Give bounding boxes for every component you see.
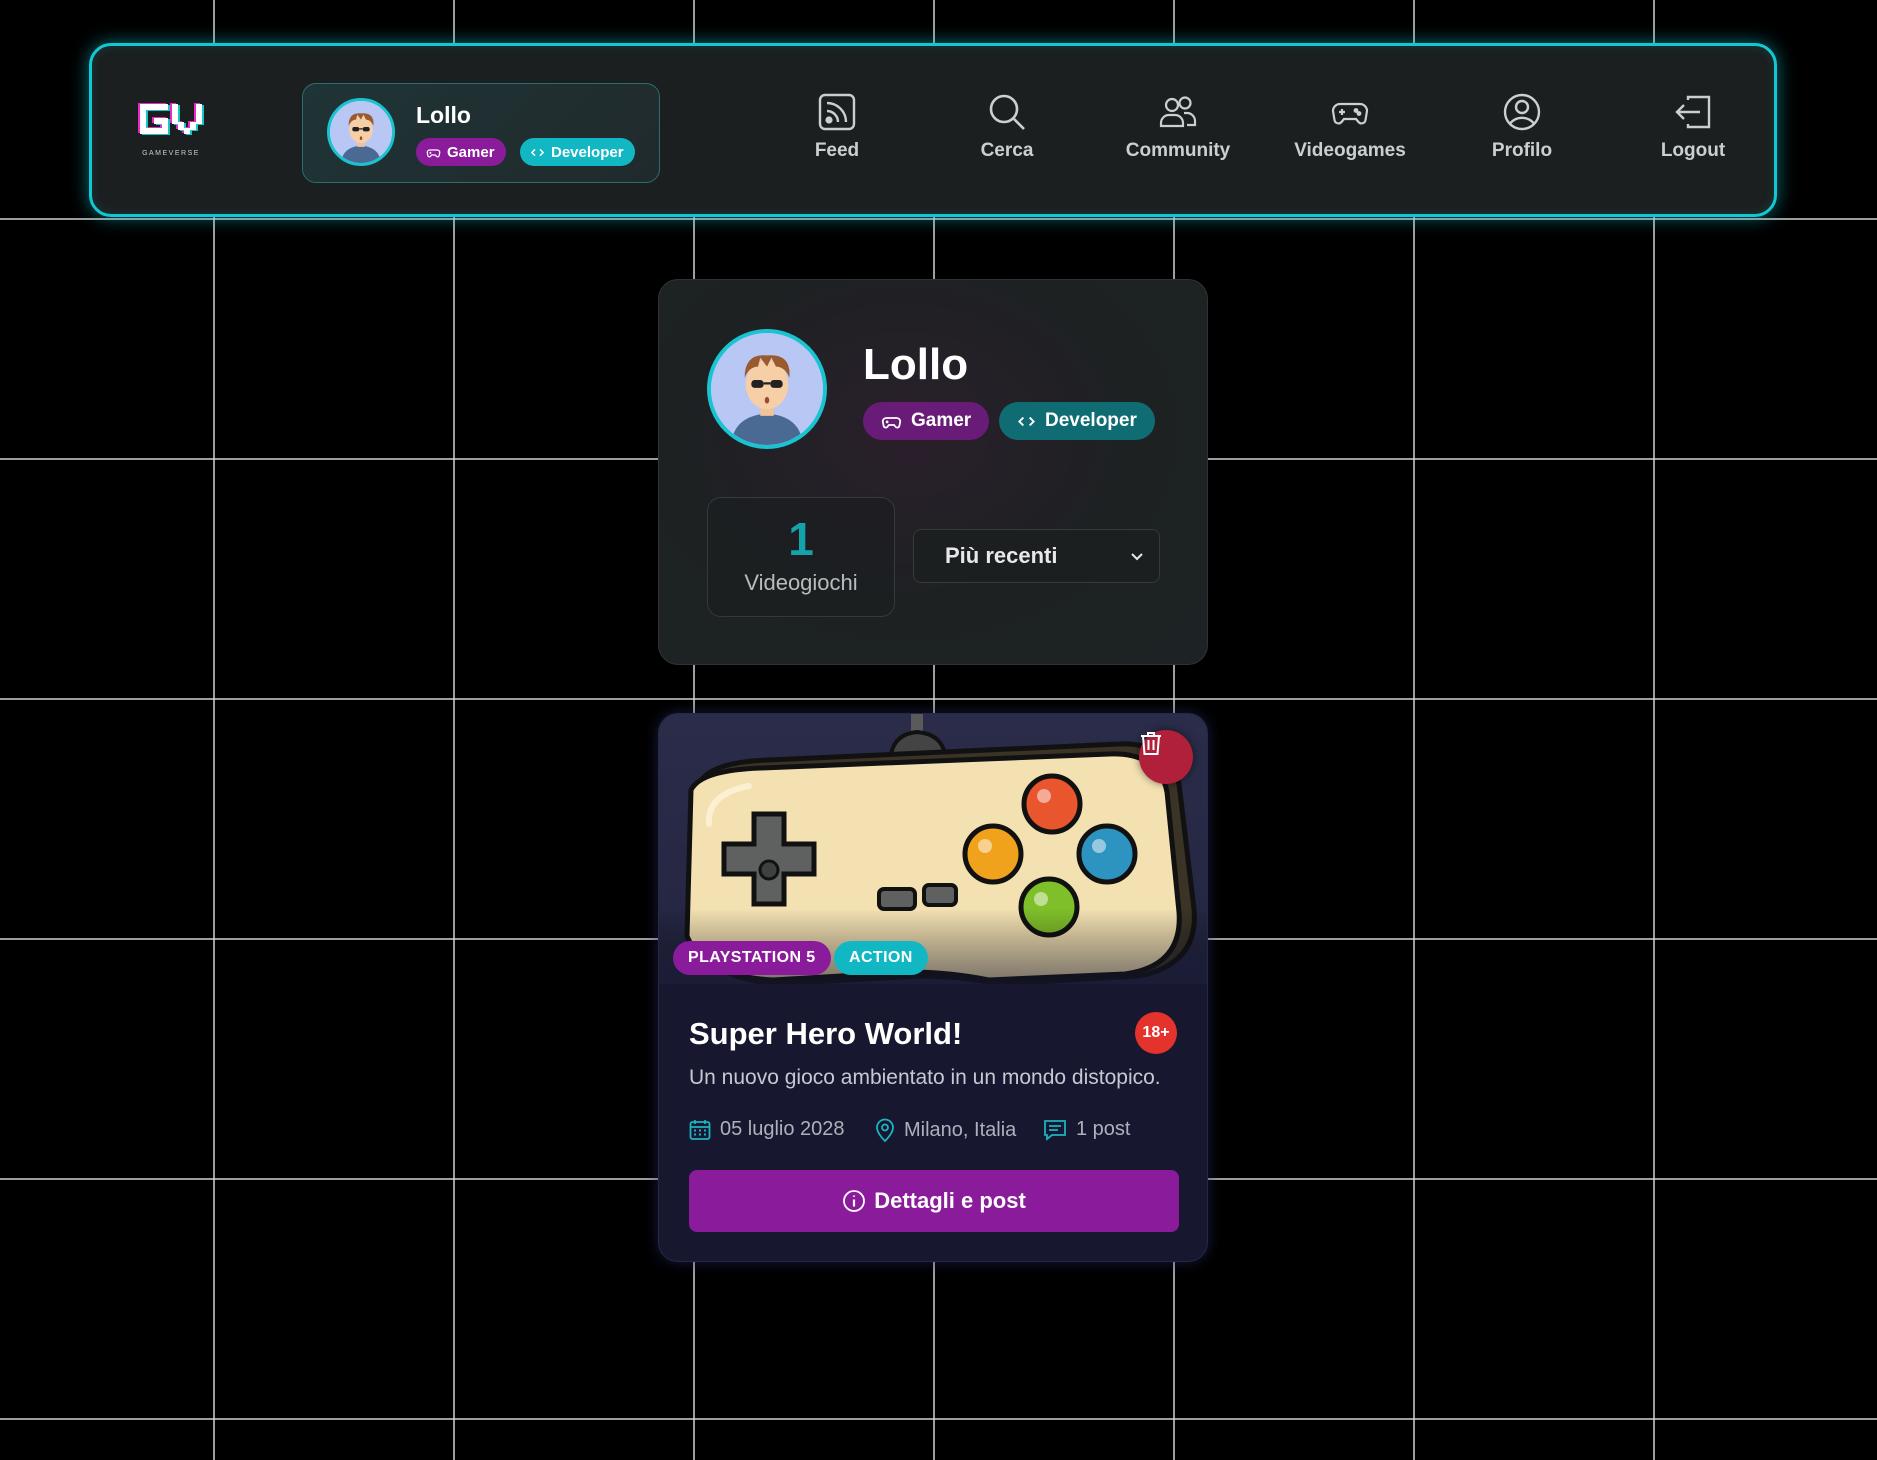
avatar [327, 98, 395, 166]
details-button[interactable]: Dettagli e post [689, 1170, 1179, 1232]
profile-avatar [707, 329, 827, 449]
gamer-badge: Gamer [863, 402, 990, 440]
user-chip[interactable]: Lollo Gamer Developer [302, 83, 660, 183]
user-name: Lollo [416, 102, 471, 128]
developer-badge-label: Developer [1045, 410, 1137, 431]
gamer-badge: Gamer [416, 138, 506, 166]
nav-item-videogames-label: Videogames [1294, 140, 1406, 161]
nav-item-profilo[interactable]: Profilo [1447, 92, 1597, 172]
nav-item-logout-label: Logout [1660, 140, 1726, 161]
map-pin-icon [876, 1118, 894, 1142]
game-description: Un nuovo gioco ambientato in un mondo di… [689, 1066, 1161, 1089]
post-count-text: 1 post [1076, 1118, 1131, 1140]
videogames-stat: 1 Videogiochi [707, 497, 895, 617]
user-circle-icon [1503, 93, 1541, 131]
age-rating-badge: 18+ [1135, 1012, 1177, 1054]
details-button-label: Dettagli e post [874, 1188, 1026, 1213]
logout-icon [1675, 95, 1711, 129]
trash-icon [1141, 732, 1161, 755]
release-date-text: 05 luglio 2028 [720, 1118, 845, 1140]
chevron-down-icon [1131, 553, 1143, 561]
avatar-illustration [330, 101, 392, 163]
logo-subtext: GAMEVERSE [142, 150, 200, 157]
nav-item-community-label: Community [1125, 140, 1231, 161]
nav-item-profilo-label: Profilo [1491, 140, 1553, 161]
location: Milano, Italia [875, 1118, 1016, 1142]
profile-name: Lollo [863, 340, 969, 389]
developer-badge-label: Developer [551, 143, 624, 161]
search-icon [989, 94, 1025, 130]
nav-item-cerca[interactable]: Cerca [932, 92, 1082, 172]
sort-select[interactable]: Più recenti [913, 529, 1160, 583]
navbar: GAMEVERSE Lollo Gamer Developer Feed Cer… [89, 43, 1777, 217]
game-card: PLAYSTATION 5 ACTION Super Hero World! 1… [658, 713, 1208, 1262]
gamer-badge-label: Gamer [447, 143, 495, 161]
developer-badge: Developer [999, 402, 1155, 440]
gamepad-icon [1331, 102, 1369, 125]
platform-tag: PLAYSTATION 5 [673, 941, 831, 975]
videogames-count: 1 [788, 513, 814, 565]
gameverse-logo[interactable]: GAMEVERSE [134, 98, 208, 160]
developer-badge: Developer [520, 138, 635, 166]
videogames-label: Videogiochi [744, 570, 858, 595]
gamepad-icon [881, 416, 902, 428]
location-text: Milano, Italia [904, 1118, 1017, 1141]
nav-item-community[interactable]: Community [1103, 92, 1253, 172]
calendar-icon [689, 1119, 711, 1140]
nav-item-feed-label: Feed [814, 140, 860, 161]
release-date: 05 luglio 2028 [689, 1118, 845, 1141]
info-icon [843, 1190, 866, 1212]
profile-card: Lollo Gamer Developer 1 Videogiochi Più … [658, 279, 1208, 665]
rss-icon [818, 93, 856, 131]
genre-tag: ACTION [834, 941, 928, 975]
code-icon [530, 148, 545, 156]
game-cover-image: PLAYSTATION 5 ACTION [659, 714, 1207, 984]
users-icon [1159, 96, 1197, 128]
sort-select-value: Più recenti [945, 543, 1058, 568]
nav-item-cerca-label: Cerca [980, 140, 1034, 161]
nav-item-videogames[interactable]: Videogames [1275, 92, 1425, 172]
post-count: 1 post [1043, 1118, 1130, 1141]
avatar-illustration [711, 333, 823, 445]
delete-button[interactable] [1139, 730, 1193, 784]
nav-item-logout[interactable]: Logout [1618, 92, 1768, 172]
nav-item-feed[interactable]: Feed [762, 92, 912, 172]
game-title: Super Hero World! [689, 1016, 963, 1051]
comment-icon [1044, 1119, 1066, 1141]
code-icon [1018, 416, 1035, 426]
gamer-badge-label: Gamer [911, 410, 972, 431]
logo-mark [138, 103, 204, 135]
gamepad-icon [426, 148, 441, 157]
